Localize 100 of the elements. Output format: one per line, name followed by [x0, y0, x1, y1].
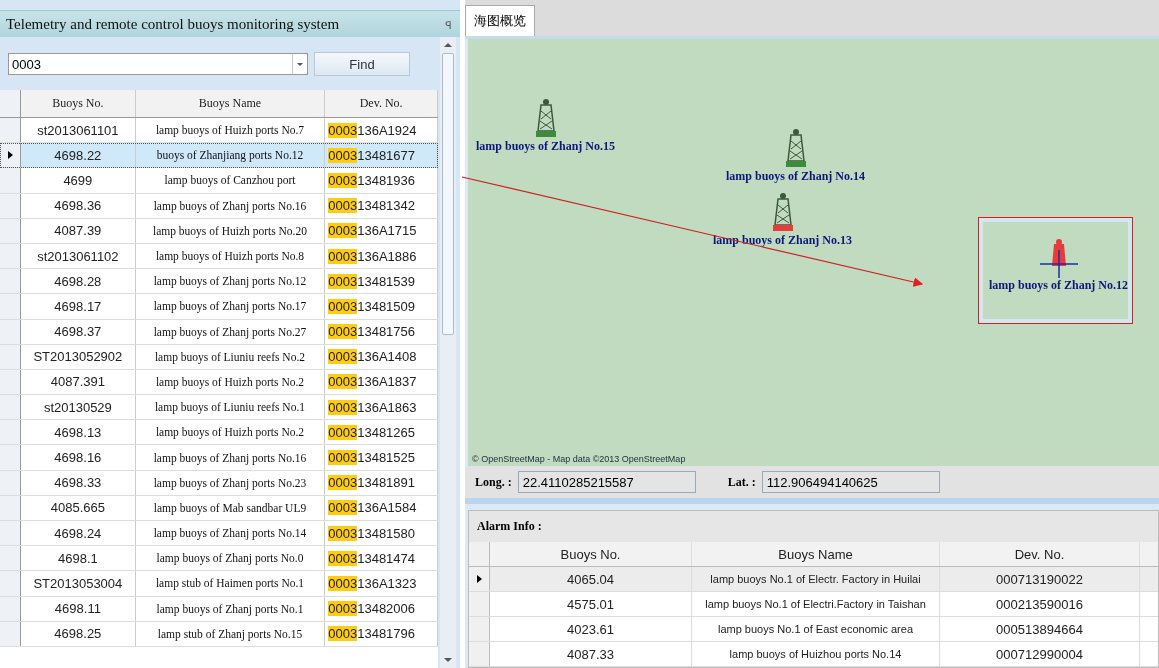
marker-label: lamp buoys of Zhanj No.14 [726, 169, 866, 184]
table-cell: 000313481677 [325, 143, 438, 168]
table-cell: lamp buoys of Huizh ports No.8 [135, 243, 326, 269]
find-button[interactable]: Find [314, 52, 410, 76]
table-cell: 000313481265 [325, 420, 438, 445]
table-cell: lamp stub of Zhanj ports No.15 [135, 621, 326, 646]
table-cell: 4698.17 [21, 294, 136, 319]
table-row[interactable]: st20130529 lamp buoys of Liuniu reefs No.1 0003136A1863 [0, 395, 438, 421]
table-cell: 000313481891 [325, 470, 438, 495]
table-cell: 0003136A1408 [325, 344, 438, 369]
table-cell: lamp buoys of Zhanj ports No.27 [135, 319, 326, 344]
table-cell: 000712990004 [940, 642, 1140, 666]
column-header[interactable]: Buoys No. [21, 90, 136, 117]
table-row[interactable]: 4698.37 lamp buoys of Zhanj ports No.27 000313481756 [0, 319, 438, 345]
table-cell: 000313481796 [325, 621, 438, 646]
table-cell: 4698.13 [21, 420, 136, 445]
table-cell: 4699 [21, 168, 136, 193]
table-cell: 4698.25 [21, 621, 136, 646]
table-cell: 000313481756 [325, 319, 438, 344]
table-row[interactable]: 4698.22 buoys of Zhanjiang ports No.12 000313481677 [0, 143, 438, 169]
table-cell: lamp buoys of Zhanj ports No.0 [135, 546, 326, 571]
table-row[interactable]: 4698.28 lamp buoys of Zhanj ports No.12 000313481539 [0, 269, 438, 295]
table-cell: 000213590016 [940, 592, 1140, 616]
longitude-label: Long. : [475, 474, 512, 490]
table-cell: 4087.33 [490, 642, 692, 666]
table-cell: 4575.01 [490, 592, 692, 616]
table-cell: st20130529 [21, 395, 136, 420]
column-header[interactable]: Buoys Name [692, 542, 940, 566]
scroll-down-icon[interactable] [442, 656, 454, 664]
table-row[interactable]: 4065.04 lamp buoys No.1 of Electr. Factory in Huilai 000713190022 [469, 567, 1158, 592]
table-row[interactable]: 4698.24 lamp buoys of Zhanj ports No.14 000313481580 [0, 521, 438, 547]
map-marker[interactable]: lamp buoys of Zhanj No.14 [726, 127, 866, 184]
table-row[interactable]: 4085.665 lamp buoys of Mab sandbar UL9 0003136A1584 [0, 495, 438, 521]
table-cell: 4698.28 [21, 269, 136, 294]
table-row[interactable]: 4698.16 lamp buoys of Zhanj ports No.16 000313481525 [0, 445, 438, 471]
table-cell: 4698.33 [21, 470, 136, 495]
table-row[interactable]: 4087.391 lamp buoys of Huizh ports No.2 0003136A1837 [0, 369, 438, 396]
column-header[interactable]: Buoys No. [490, 542, 692, 566]
table-cell: ST2013053004 [21, 571, 136, 596]
table-row[interactable]: 4698.25 lamp stub of Zhanj ports No.15 000313481796 [0, 621, 438, 647]
map-marker[interactable]: lamp buoys of Zhanj No.15 [476, 97, 616, 154]
latitude-label: Lat. : [727, 474, 756, 490]
table-cell: lamp buoys of Zhanj ports No.17 [135, 294, 326, 319]
selected-marker-frame[interactable]: lamp buoys of Zhanj No.12 [978, 217, 1134, 324]
table-cell: 000713190022 [940, 567, 1140, 591]
table-cell: 0003136A1924 [325, 118, 438, 143]
table-cell: 4087.391 [21, 369, 136, 395]
table-cell: 000313481936 [325, 168, 438, 193]
table-cell: 000513894664 [940, 617, 1140, 641]
column-header[interactable]: Dev. No. [325, 90, 438, 117]
table-row[interactable]: 4698.36 lamp buoys of Zhanj ports No.16 000313481342 [0, 193, 438, 219]
table-cell: lamp buoys of Zhanj ports No.16 [135, 445, 326, 470]
table-cell: lamp buoys of Huizh ports No.2 [135, 420, 326, 445]
panel-title: Telemetry and remote control buoys monitoring system [6, 15, 340, 33]
table-cell: lamp buoys of Huizh ports No.7 [135, 118, 326, 143]
map-tab[interactable]: 海图概览 [465, 5, 535, 36]
column-header[interactable]: Dev. No. [940, 542, 1140, 566]
table-row[interactable]: 4575.01 lamp buoys No.1 of Electri.Factory in Taishan 000213590016 [469, 592, 1158, 617]
table-cell: st2013061101 [21, 118, 136, 143]
table-cell: 4698.37 [21, 319, 136, 344]
table-cell: 000313481509 [325, 294, 438, 319]
table-cell: 0003136A1886 [325, 243, 438, 269]
row-pointer-icon [7, 151, 13, 160]
table-row[interactable]: ST2013053004 lamp stub of Haimen ports No.1 0003136A1323 [0, 571, 438, 597]
table-row[interactable]: 4087.39 lamp buoys of Huizh ports No.20 0003136A1715 [0, 218, 438, 244]
table-row[interactable]: st2013061102 lamp buoys of Huizh ports No.8 0003136A1886 [0, 243, 438, 270]
scroll-up-icon[interactable] [442, 41, 454, 49]
alarm-title: Alarm Info : [476, 518, 543, 535]
table-row[interactable]: 4699 lamp buoys of Canzhou port 000313481936 [0, 168, 438, 194]
table-cell: 4698.24 [21, 521, 136, 546]
pin-icon[interactable]: ꟼ [445, 16, 452, 32]
table-cell: 4065.04 [490, 567, 692, 591]
longitude-field[interactable]: 22.4110285215587 [517, 471, 696, 493]
table-cell: lamp buoys of Zhanj ports No.23 [135, 470, 326, 495]
table-row[interactable]: 4698.11 lamp buoys of Zhanj ports No.1 000313482006 [0, 596, 438, 622]
table-row[interactable]: 4023.61 lamp buoys No.1 of East economic area 000513894664 [469, 617, 1158, 642]
table-row[interactable]: 4698.1 lamp buoys of Zhanj ports No.0 000313481474 [0, 546, 438, 572]
table-cell: lamp buoys of Liuniu reefs No.1 [135, 395, 326, 420]
table-row[interactable]: ST2013052902 lamp buoys of Liuniu reefs No.2 0003136A1408 [0, 344, 438, 370]
table-cell: lamp buoys of Huizh ports No.20 [135, 218, 326, 243]
table-row[interactable]: 4698.17 lamp buoys of Zhanj ports No.17 000313481509 [0, 294, 438, 320]
table-cell: 0003136A1715 [325, 218, 438, 243]
table-cell: lamp buoys of Zhanj ports No.14 [135, 521, 326, 546]
table-cell: 4698.16 [21, 445, 136, 470]
table-cell: st2013061102 [21, 243, 136, 269]
table-cell: 0003136A1863 [325, 395, 438, 420]
table-cell: lamp buoys No.1 of Electri.Factory in Taishan [692, 592, 940, 616]
latitude-field[interactable]: 112.906494140625 [761, 471, 940, 493]
table-cell: 000313481474 [325, 546, 438, 571]
table-row[interactable]: 4698.13 lamp buoys of Huizh ports No.2 000313481265 [0, 420, 438, 446]
table-cell: lamp buoys of Zhanj ports No.1 [135, 596, 326, 621]
scrollbar[interactable] [440, 37, 456, 668]
table-row[interactable]: 4698.33 lamp buoys of Zhanj ports No.23 000313481891 [0, 470, 438, 496]
search-combo[interactable]: 0003 [8, 53, 308, 75]
table-cell: lamp buoys of Liuniu reefs No.2 [135, 344, 326, 369]
table-row[interactable]: 4087.33 lamp buoys of Huizhou ports No.14 000712990004 [469, 642, 1158, 667]
table-cell: 000313481580 [325, 521, 438, 546]
table-cell: 4087.39 [21, 218, 136, 243]
column-header[interactable]: Buoys Name [135, 90, 326, 117]
table-cell: lamp buoys of Huizhou ports No.14 [692, 642, 940, 666]
